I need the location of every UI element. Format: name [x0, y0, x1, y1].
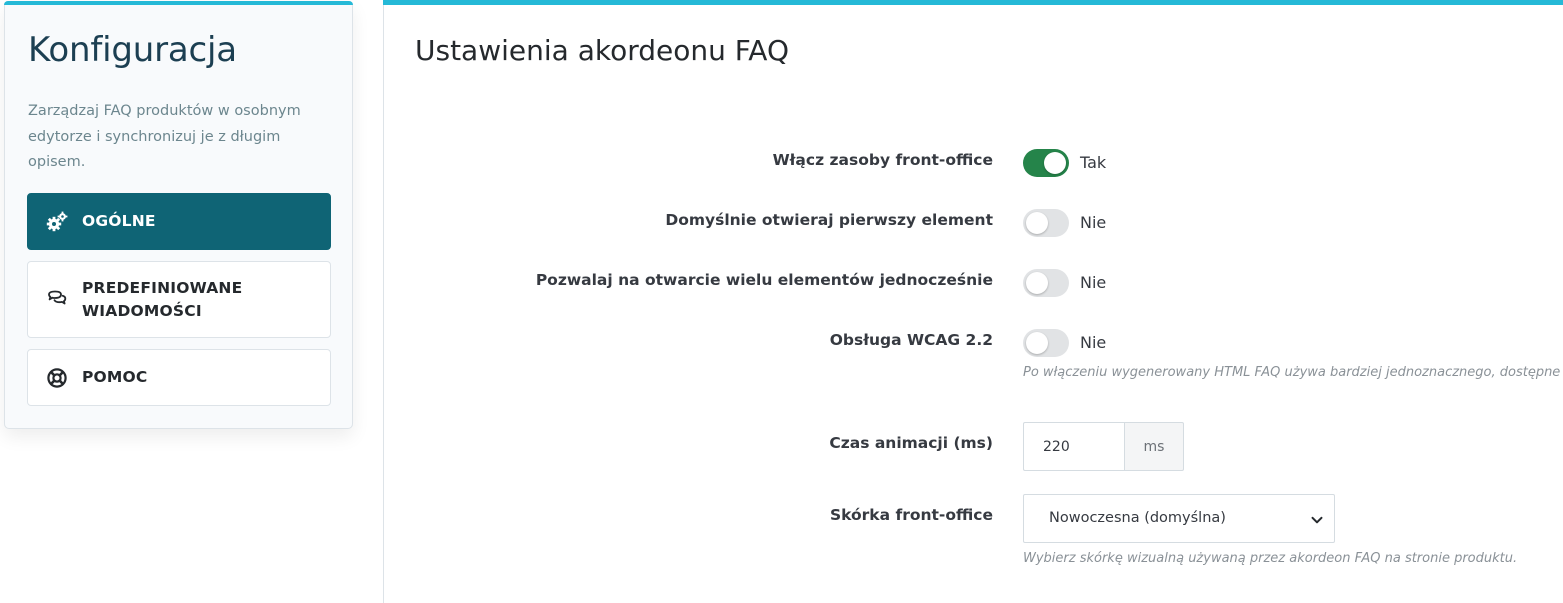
skin-label: Skórka front-office [829, 506, 993, 524]
toggle-knob [1026, 212, 1048, 234]
nav-item-general[interactable]: OGÓLNE [27, 193, 331, 250]
nav-item-label: OGÓLNE [82, 212, 156, 230]
nav-item-predefined-messages[interactable]: PREDEFINIOWANE WIADOMOŚCI [27, 261, 331, 338]
animation-time-label: Czas animacji (ms) [829, 434, 993, 452]
config-sidebar: Konfiguracja Zarządzaj FAQ produktów w o… [4, 1, 353, 429]
toggle-knob [1044, 152, 1066, 174]
page-title: Ustawienia akordeonu FAQ [415, 34, 789, 67]
wcag-label: Obsługa WCAG 2.2 [829, 331, 993, 349]
toggle-knob [1026, 272, 1048, 294]
gears-icon [46, 211, 68, 233]
front-assets-toggle[interactable] [1023, 149, 1069, 177]
nav-item-label: PREDEFINIOWANE WIADOMOŚCI [82, 278, 243, 320]
lifebuoy-icon [46, 367, 68, 389]
sidebar-accent-bar [4, 1, 353, 5]
wcag-toggle[interactable] [1023, 329, 1069, 357]
multi-open-label: Pozwalaj na otwarcie wielu elementów jed… [535, 271, 993, 289]
nav-item-help[interactable]: POMOC [27, 349, 331, 406]
animation-time-input[interactable] [1023, 422, 1124, 471]
panel-accent-bar [383, 0, 1563, 5]
skin-selected-value: Nowoczesna (domyślna) [1049, 510, 1226, 526]
toggle-knob [1026, 332, 1048, 354]
chat-bubbles-icon [46, 289, 68, 311]
animation-unit-addon: ms [1124, 422, 1184, 471]
nav-item-label: POMOC [82, 368, 148, 386]
sidebar-description: Zarządzaj FAQ produktów w osobnym edytor… [28, 103, 301, 170]
wcag-state: Nie [1080, 333, 1107, 352]
multi-open-toggle[interactable] [1023, 269, 1069, 297]
chevron-down-icon [1310, 512, 1324, 526]
open-first-state: Nie [1080, 213, 1107, 232]
skin-help-text: Wybierz skórkę wizualną używaną przez ak… [1023, 551, 1518, 566]
multi-open-state: Nie [1080, 273, 1107, 292]
open-first-toggle[interactable] [1023, 209, 1069, 237]
animation-time-group: ms [1023, 422, 1184, 471]
front-assets-label: Włącz zasoby front-office [772, 151, 993, 169]
skin-select[interactable]: Nowoczesna (domyślna) [1023, 494, 1335, 543]
sidebar-title: Konfiguracja [28, 30, 237, 70]
open-first-label: Domyślnie otwieraj pierwszy element [665, 211, 993, 229]
front-assets-state: Tak [1080, 153, 1107, 172]
settings-panel: Ustawienia akordeonu FAQ Włącz zasoby fr… [383, 0, 1563, 603]
wcag-help-text: Po włączeniu wygenerowany HTML FAQ używa… [1023, 365, 1561, 380]
